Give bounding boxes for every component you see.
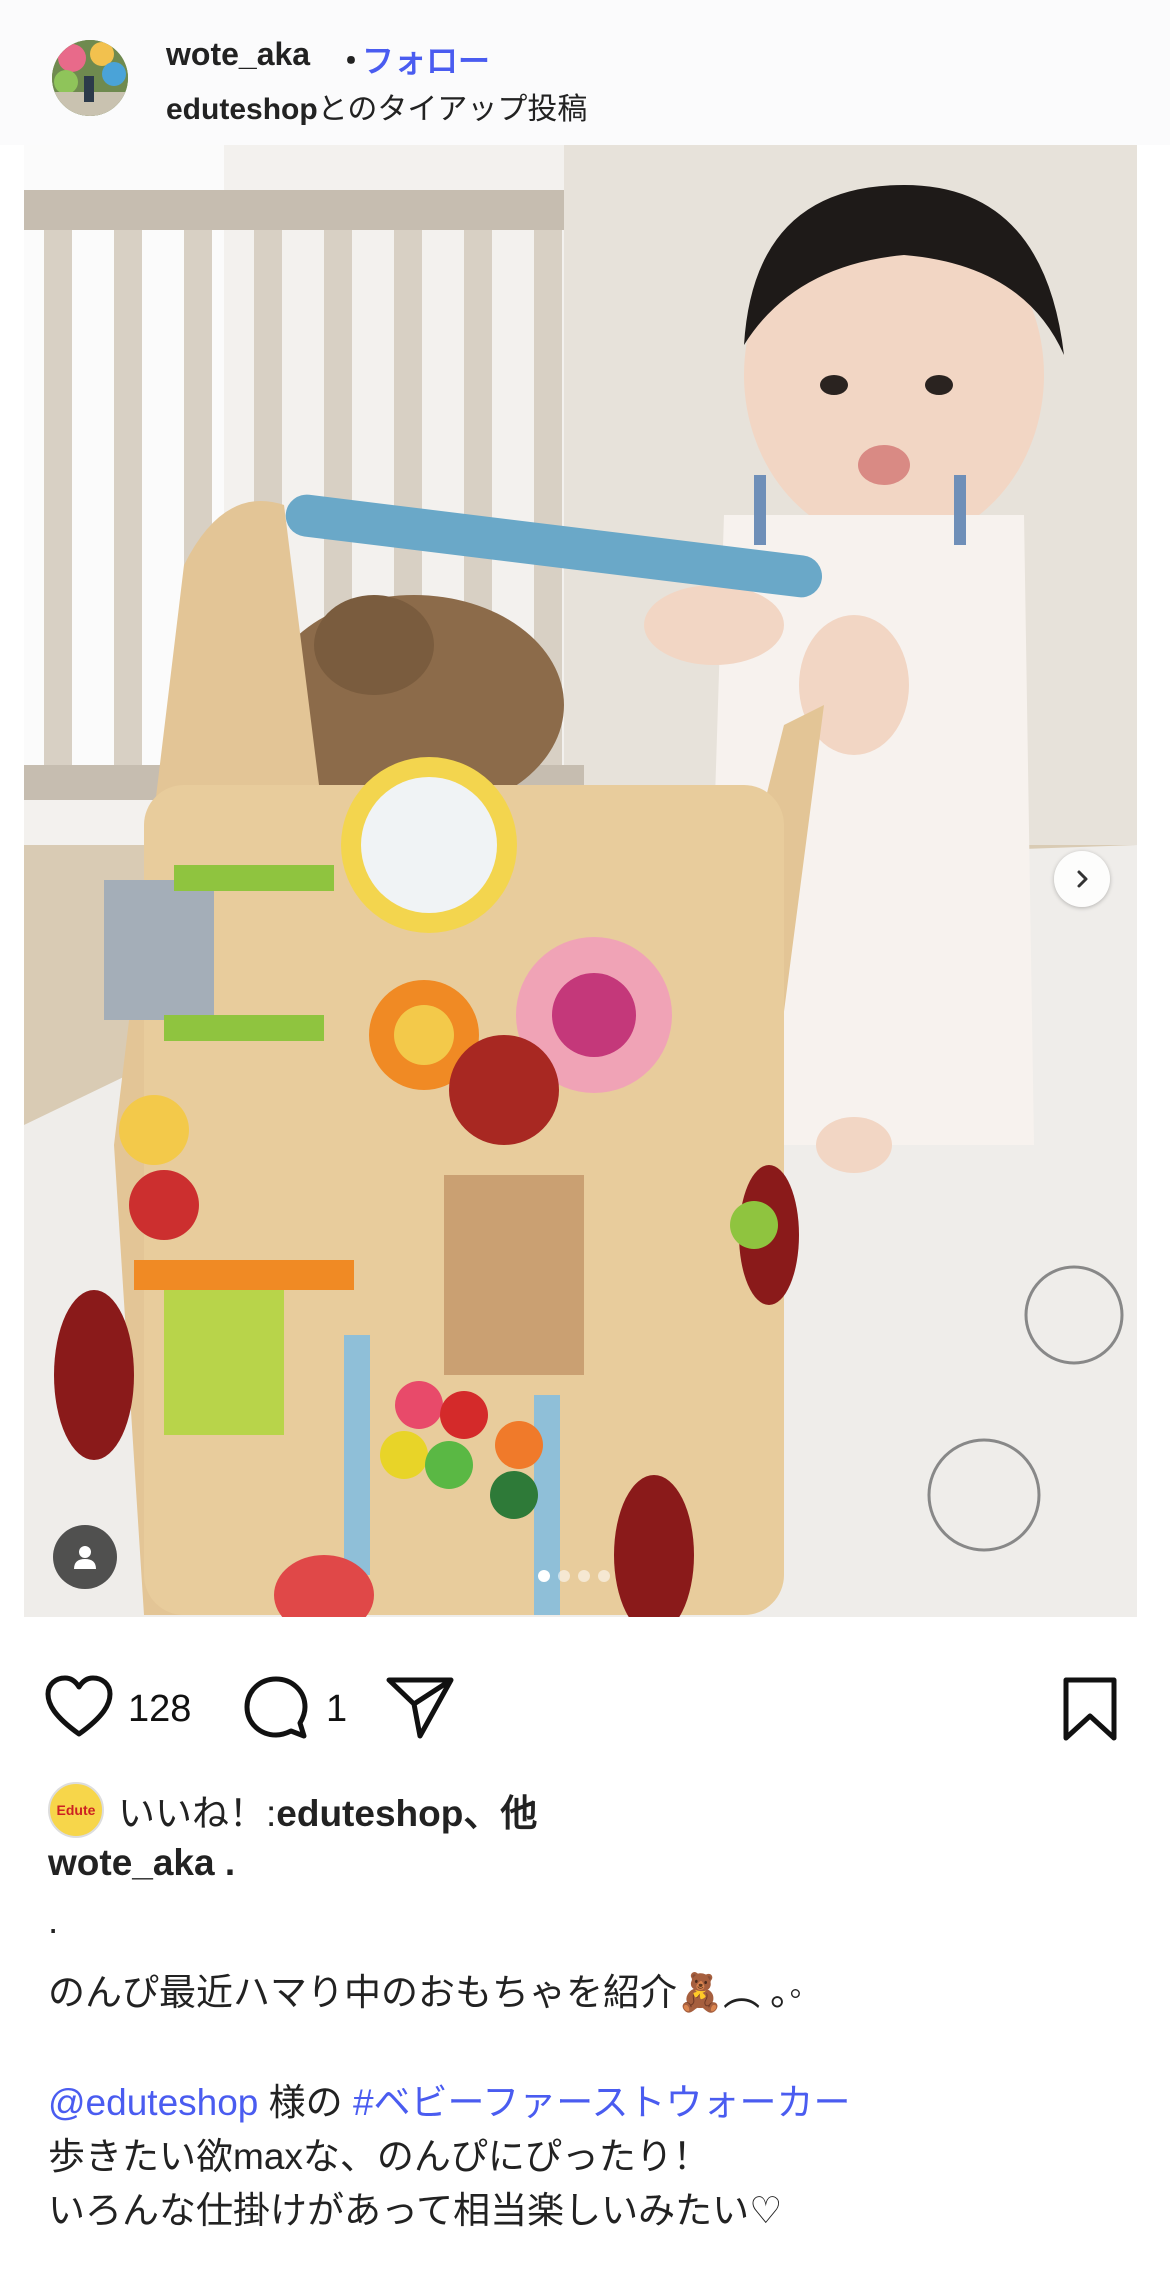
liker-avatar: Edute <box>48 1782 104 1838</box>
caption-author-line: wote_aka . <box>48 1842 235 1884</box>
photo-illustration <box>24 145 1137 1617</box>
liked-by-names[interactable]: eduteshop、他 <box>276 1783 537 1837</box>
tagged-people-button[interactable] <box>53 1525 117 1589</box>
comment-button[interactable] <box>242 1674 310 1747</box>
caption-line-4: いろんな仕掛けがあって相当楽しいみたい♡ <box>48 2190 783 2231</box>
like-button[interactable] <box>44 1674 114 1745</box>
person-icon <box>74 1546 96 1569</box>
partner-name[interactable]: eduteshop <box>166 93 318 126</box>
caption-author[interactable]: wote_aka <box>48 1842 215 1883</box>
comment-count[interactable]: 1 <box>326 1688 347 1731</box>
post-photo[interactable] <box>24 145 1137 1617</box>
comment-icon <box>244 1676 308 1739</box>
carousel-dot <box>558 1570 570 1582</box>
likes-summary[interactable]: Edute いいね！: eduteshop、他 <box>48 1782 537 1838</box>
hashtag-link[interactable]: #ベビーファーストウォーカー <box>353 2082 851 2123</box>
liker-avatar-logo: Edute <box>56 1802 96 1818</box>
save-button[interactable] <box>1060 1676 1120 1747</box>
caption-line-3: 歩きたい欲maxな、のんぴにぴったり！ <box>48 2136 710 2177</box>
username[interactable]: wote_aka <box>166 36 310 73</box>
user-avatar[interactable] <box>52 40 128 116</box>
carousel-dot <box>538 1570 550 1582</box>
carousel-next-button[interactable] <box>1054 851 1110 907</box>
carousel-dot <box>598 1570 610 1582</box>
mention-suffix: 様の <box>258 2082 353 2123</box>
mention-link[interactable]: @eduteshop <box>48 2082 258 2123</box>
carousel-dot <box>578 1570 590 1582</box>
share-button[interactable] <box>384 1674 456 1747</box>
caption-author-suffix: . <box>214 1842 236 1883</box>
follow-button[interactable]: フォロー <box>362 36 490 82</box>
post-header: wote_aka ・ フォロー eduteshopとのタイアップ投稿 <box>0 0 1170 145</box>
caption-dot-line: . <box>48 1900 59 1941</box>
chevron-right-icon <box>1077 870 1088 888</box>
bookmark-icon <box>1063 1677 1117 1741</box>
tieup-text: とのタイアップ投稿 <box>317 93 588 126</box>
caption-line-2: @eduteshop 様の #ベビーファーストウォーカー <box>48 2072 850 2126</box>
caption-line-1: のんぴ最近ハマり中のおもちゃを紹介🧸︵ ｡◦ <box>48 1972 802 2013</box>
send-icon <box>386 1677 454 1739</box>
paid-partnership-label[interactable]: eduteshopとのタイアップ投稿 <box>166 84 587 128</box>
carousel-indicator <box>538 1570 610 1582</box>
like-count[interactable]: 128 <box>128 1688 191 1731</box>
likes-prefix: いいね！: <box>118 1793 277 1834</box>
action-bar: 128 1 <box>0 1650 1170 1760</box>
heart-icon <box>45 1675 113 1737</box>
